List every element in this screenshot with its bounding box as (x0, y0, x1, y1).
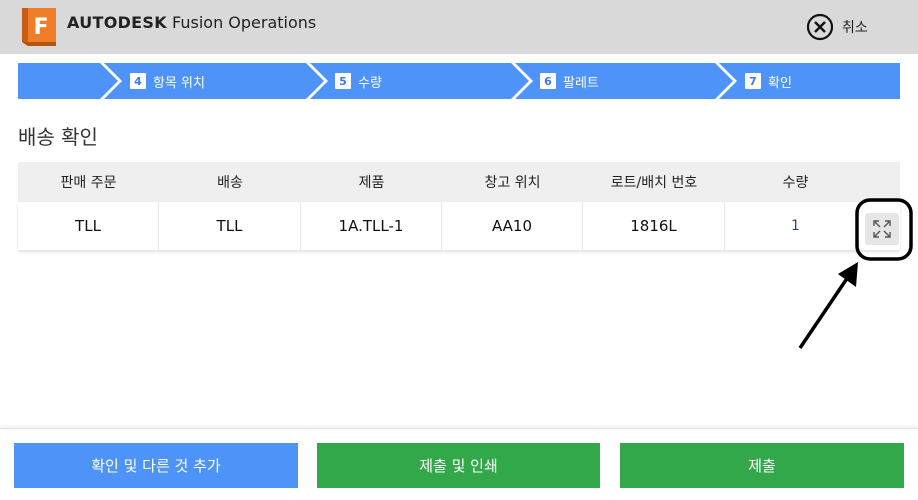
wizard-stepper: 4 항목 위치 5 수량 6 팔레트 7 확인 (18, 63, 900, 99)
cell-sales-order: TLL (18, 202, 159, 250)
brand-product: Fusion Operations (166, 13, 317, 32)
logo-letter: F (33, 15, 48, 40)
close-circle-icon (806, 13, 834, 41)
table-header: 판매 주문 배송 제품 창고 위치 로트/배치 번호 수량 (18, 162, 900, 202)
action-footer: 확인 및 다른 것 추가 제출 및 인쇄 제출 (0, 428, 918, 500)
step-chevron-1 (18, 63, 118, 99)
step-number: 6 (540, 73, 556, 89)
step-number: 4 (130, 73, 146, 89)
column-header-product: 제품 (358, 175, 385, 191)
cell-lot: 1816L (583, 202, 725, 250)
column-header-actions (866, 162, 900, 202)
annotation-arrow-shaft (798, 273, 852, 349)
step-quantity[interactable]: 5 수량 (335, 63, 382, 99)
step-label: 항목 위치 (153, 75, 205, 91)
step-pallet[interactable]: 6 팔레트 (540, 63, 599, 99)
cell-quantity: 1 (791, 218, 800, 234)
step-number: 7 (745, 73, 761, 89)
cancel-button[interactable]: 취소 (806, 13, 868, 41)
submit-and-print-button[interactable]: 제출 및 인쇄 (317, 443, 600, 488)
step-confirm[interactable]: 7 확인 (745, 63, 792, 99)
column-header-lot: 로트/배치 번호 (610, 175, 698, 191)
step-label: 수량 (358, 75, 382, 91)
cell-product: 1A.TLL-1 (301, 202, 442, 250)
annotation-arrow-head (838, 262, 858, 287)
cell-location: AA10 (442, 202, 583, 250)
autodesk-fusion-logo: F (22, 8, 56, 46)
app-header: F AUTODESK Fusion Operations 취소 (0, 0, 918, 54)
column-header-shipment: 배송 (217, 175, 243, 191)
column-header-sales-order: 판매 주문 (60, 175, 117, 191)
cell-shipment: TLL (159, 202, 301, 250)
step-label: 팔레트 (563, 75, 599, 91)
step-number: 5 (335, 73, 351, 89)
shipment-table: 판매 주문 배송 제품 창고 위치 로트/배치 번호 수량 TLL TLL 1A… (18, 162, 900, 250)
confirm-and-add-button[interactable]: 확인 및 다른 것 추가 (14, 443, 298, 488)
cancel-label: 취소 (842, 20, 868, 36)
column-header-quantity: 수량 (782, 175, 809, 191)
table-row: TLL TLL 1A.TLL-1 AA10 1816L 1 (18, 202, 900, 250)
brand-bold: AUTODESK (67, 13, 167, 32)
column-header-location: 창고 위치 (484, 175, 541, 191)
step-item-location[interactable]: 4 항목 위치 (130, 63, 205, 99)
submit-button[interactable]: 제출 (620, 443, 904, 488)
expand-row-button[interactable] (865, 213, 899, 245)
expand-arrows-icon (873, 220, 891, 238)
app-title: AUTODESK Fusion Operations (67, 13, 316, 32)
page-title: 배송 확인 (18, 125, 98, 149)
step-label: 확인 (768, 75, 792, 91)
